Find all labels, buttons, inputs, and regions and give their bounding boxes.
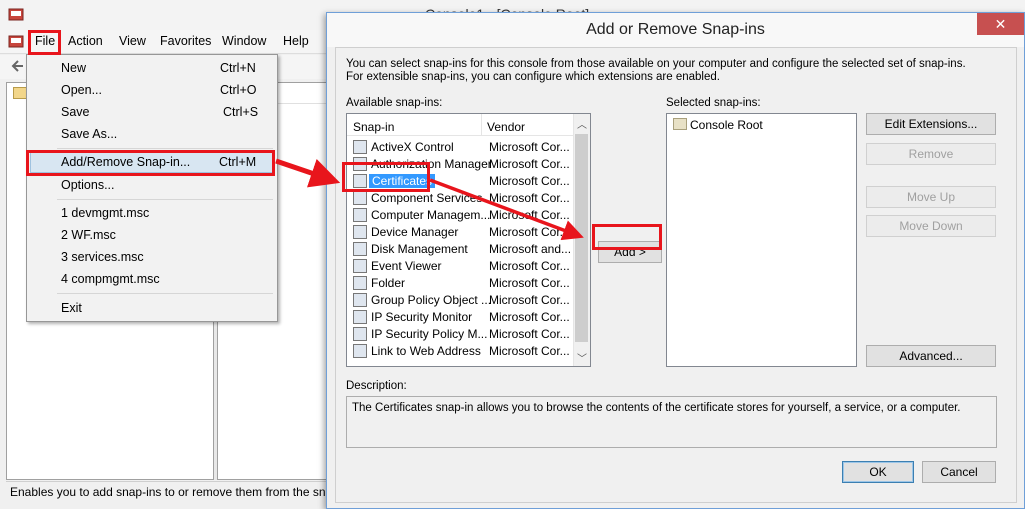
arrow-to-certificates [275, 158, 341, 188]
arrow-to-add-button [429, 178, 584, 241]
annotation-arrows [275, 158, 584, 241]
